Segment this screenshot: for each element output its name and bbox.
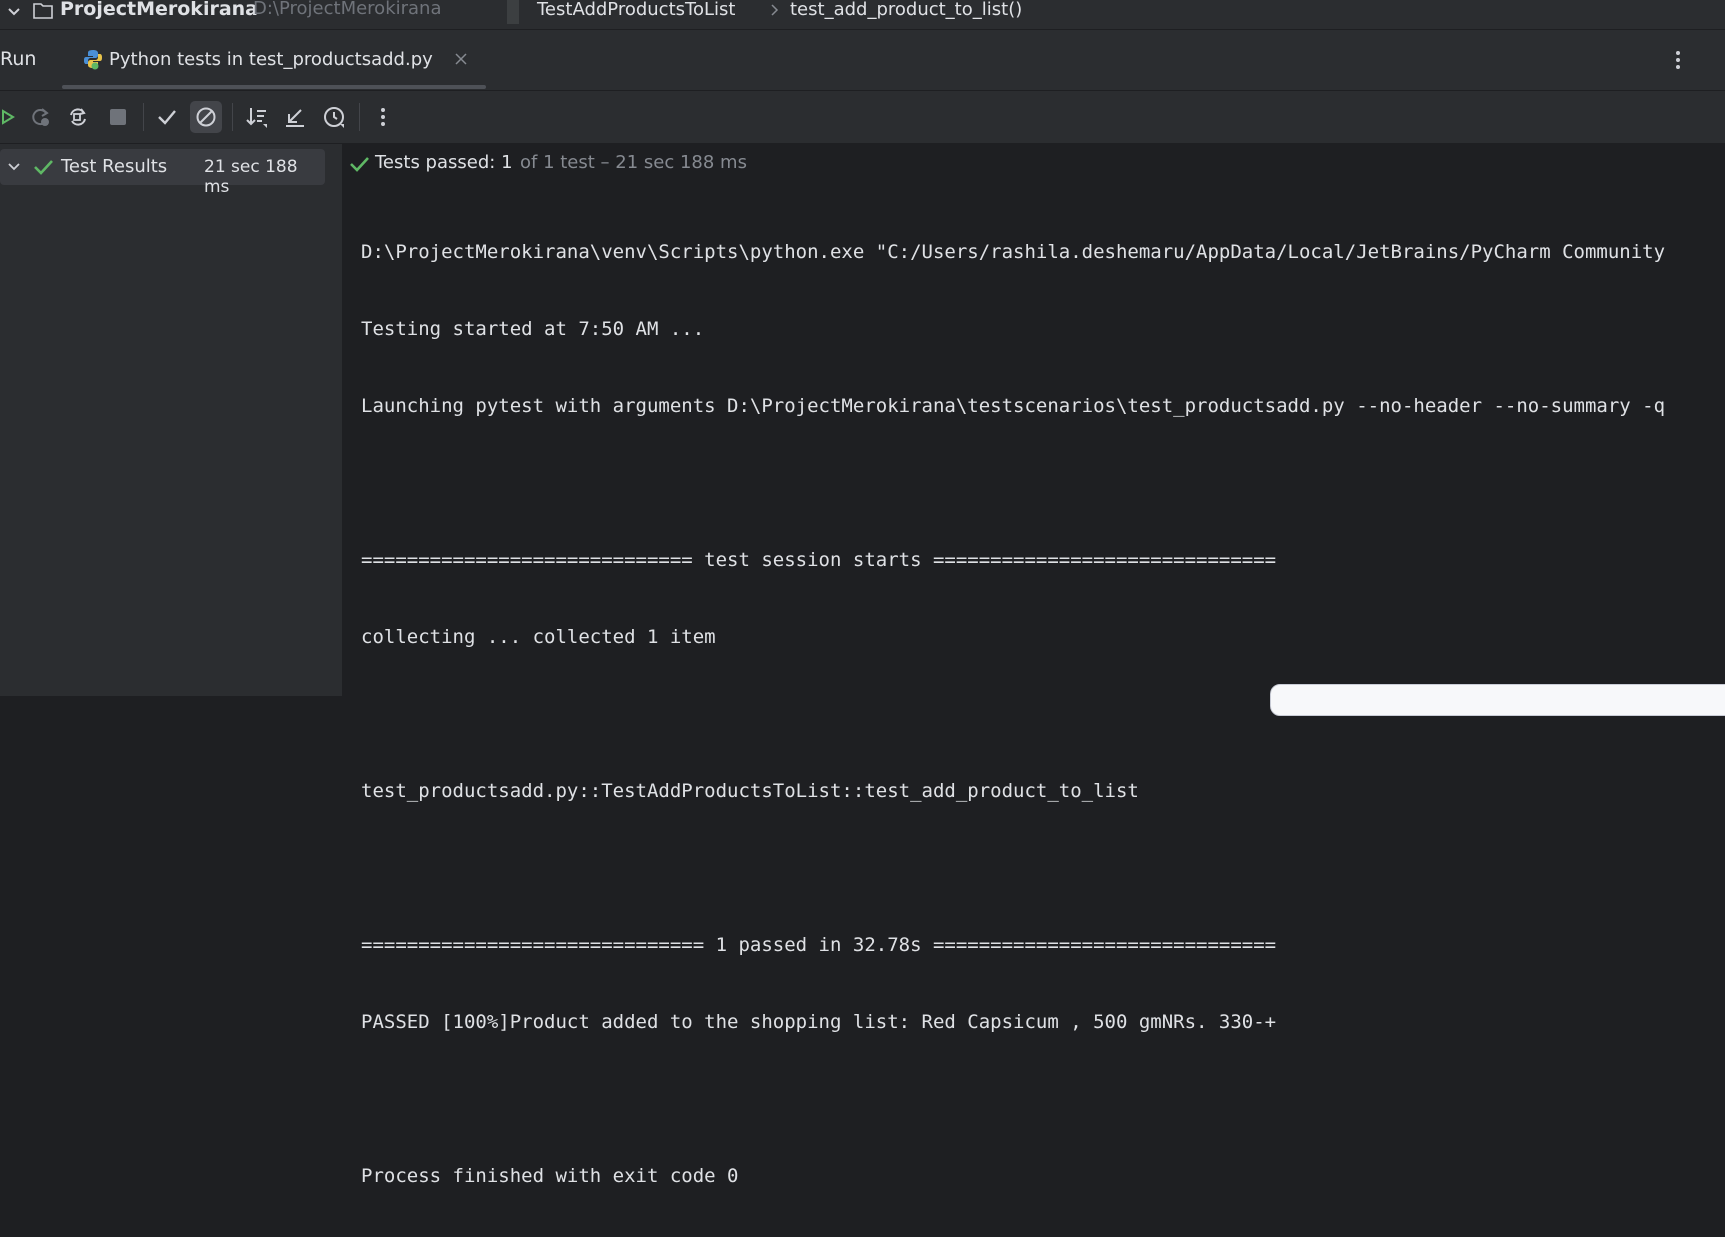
toolbar-divider [507,0,519,24]
ignored-icon [196,107,216,127]
tree-item-duration: 21 sec 188 ms [204,157,298,197]
status-summary: Tests passed: 1 [375,152,513,173]
rerun-button[interactable] [0,101,22,133]
sort-button[interactable] [241,101,273,133]
test-status-bar: Tests passed: 1 of 1 test – 21 sec 188 m… [343,144,1725,184]
test-results-tree: Test Results 21 sec 188 ms [0,144,343,696]
console-line: ============================== 1 passed … [361,934,1277,956]
test-runner-toolbar [0,91,1725,144]
test-history-button[interactable] [318,101,350,133]
python-icon [84,50,102,70]
more-vertical-icon[interactable] [1672,48,1684,72]
toolbar-separator [143,103,144,131]
collapse-icon [286,109,304,127]
console-panel: Tests passed: 1 of 1 test – 21 sec 188 m… [343,144,1725,1187]
console-line: collecting ... collected 1 item [361,626,716,648]
breadcrumb-method[interactable]: test_add_product_to_list() [790,0,1022,20]
toggle-auto-test-button[interactable] [62,101,94,133]
rerun-failed-icon [32,108,49,126]
tree-item-test-results[interactable]: Test Results 21 sec 188 ms [0,149,325,197]
breadcrumb-class[interactable]: TestAddProductsToList [537,0,735,20]
chevron-down-icon[interactable] [6,159,22,175]
tab-label: Python tests in test_productsadd.py [109,49,433,70]
status-detail: of 1 test – 21 sec 188 ms [520,152,747,173]
console-line: PASSED [100%]Product added to the shoppi… [361,1011,1277,1033]
close-icon[interactable] [454,52,468,66]
passed-check-icon [350,157,369,172]
project-name[interactable]: ProjectMerokirana [60,0,258,20]
history-icon [324,107,344,128]
console-line: test_productsadd.py::TestAddProductsToLi… [361,780,1139,802]
project-path: D:\ProjectMerokirana [253,0,442,19]
passed-check-icon [34,160,53,175]
console-line: Testing started at 7:50 AM ... [361,318,705,340]
chevron-right-icon [771,4,779,16]
more-options-button[interactable] [367,101,399,133]
show-passed-button[interactable] [151,101,183,133]
status-label: Tests passed: [375,152,496,173]
console-line: ============================= test sessi… [361,549,1277,571]
collapse-all-button[interactable] [279,101,311,133]
run-tab-bar: Run Python tests in test_productsadd.py [0,30,1725,91]
console-line: Process finished with exit code 0 [361,1165,739,1187]
more-vertical-icon [381,108,385,126]
status-count: 1 [501,152,513,173]
toolbar-separator [232,103,233,131]
toggle-auto-test-icon [70,108,86,126]
tree-item-label: Test Results [61,156,168,177]
notification-popup[interactable] [1270,684,1725,716]
tab-python-tests[interactable]: Python tests in test_productsadd.py [62,30,486,89]
console-line: D:\ProjectMerokirana\venv\Scripts\python… [361,241,1666,263]
show-ignored-button[interactable] [190,101,222,133]
chevron-down-icon[interactable] [4,2,24,22]
check-icon [158,110,176,125]
rerun-failed-button[interactable] [24,101,56,133]
console-line: Launching pytest with arguments D:\Proje… [361,395,1666,417]
run-panel-title: Run [0,48,37,70]
folder-icon [33,3,53,19]
tab-selection-indicator [62,85,486,89]
rerun-icon [2,109,15,125]
toolbar-separator [359,103,360,131]
stop-button[interactable] [102,101,134,133]
stop-icon [110,109,126,125]
sort-icon [246,108,267,128]
navigation-bar: ProjectMerokirana D:\ProjectMerokirana T… [0,0,1725,30]
